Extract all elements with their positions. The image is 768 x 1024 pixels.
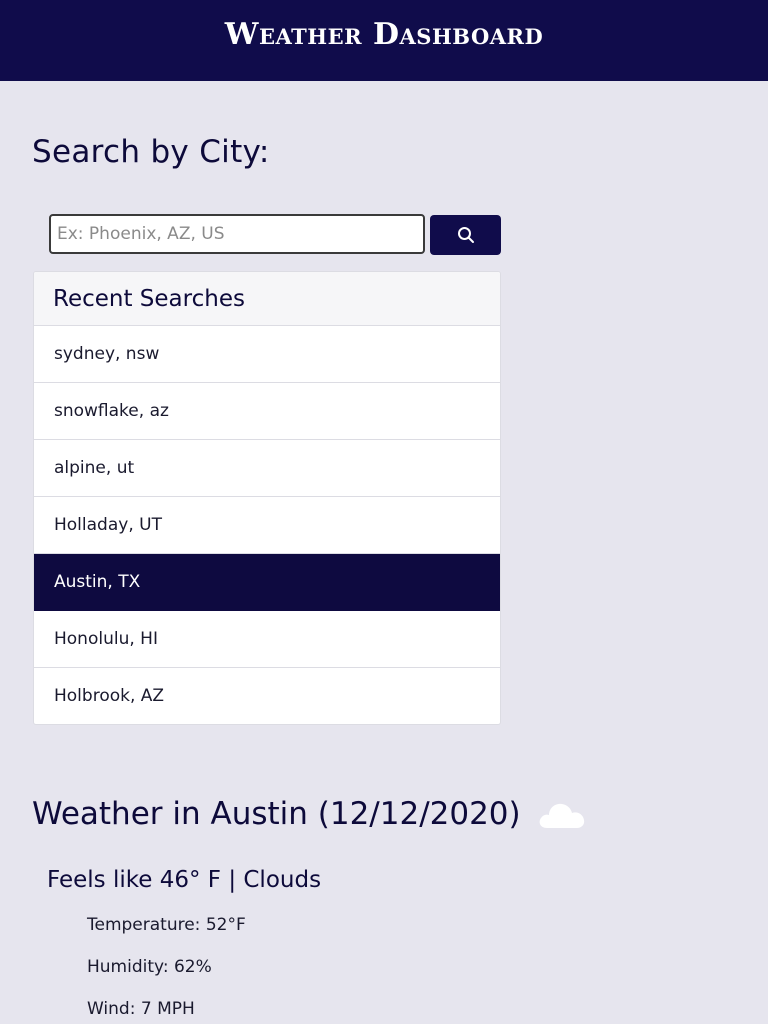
recent-searches-panel: Recent Searches sydney, nsw snowflake, a…: [33, 271, 501, 725]
search-heading: Search by City:: [32, 134, 270, 170]
recent-search-item[interactable]: alpine, ut: [34, 440, 500, 497]
recent-search-item[interactable]: snowflake, az: [34, 383, 500, 440]
cloud-icon: [537, 797, 587, 831]
recent-searches-heading: Recent Searches: [34, 272, 500, 326]
app-header: Weather Dashboard: [0, 0, 768, 81]
wind-value: Wind: 7 MPH: [87, 999, 195, 1019]
temperature-value: Temperature: 52°F: [87, 915, 246, 935]
city-search-input[interactable]: [49, 214, 425, 254]
humidity-value: Humidity: 62%: [87, 957, 212, 977]
recent-search-item[interactable]: Honolulu, HI: [34, 611, 500, 668]
current-weather-title: Weather in Austin (12/12/2020): [32, 796, 521, 832]
recent-search-item-selected[interactable]: Austin, TX: [34, 554, 500, 611]
recent-search-item[interactable]: sydney, nsw: [34, 326, 500, 383]
search-icon: [457, 226, 475, 244]
feels-like-summary: Feels like 46° F | Clouds: [47, 867, 322, 893]
current-weather-heading: Weather in Austin (12/12/2020): [32, 796, 587, 832]
search-button[interactable]: [430, 215, 501, 255]
recent-search-item[interactable]: Holladay, UT: [34, 497, 500, 554]
app-title: Weather Dashboard: [224, 17, 544, 52]
recent-search-item[interactable]: Holbrook, AZ: [34, 668, 500, 724]
